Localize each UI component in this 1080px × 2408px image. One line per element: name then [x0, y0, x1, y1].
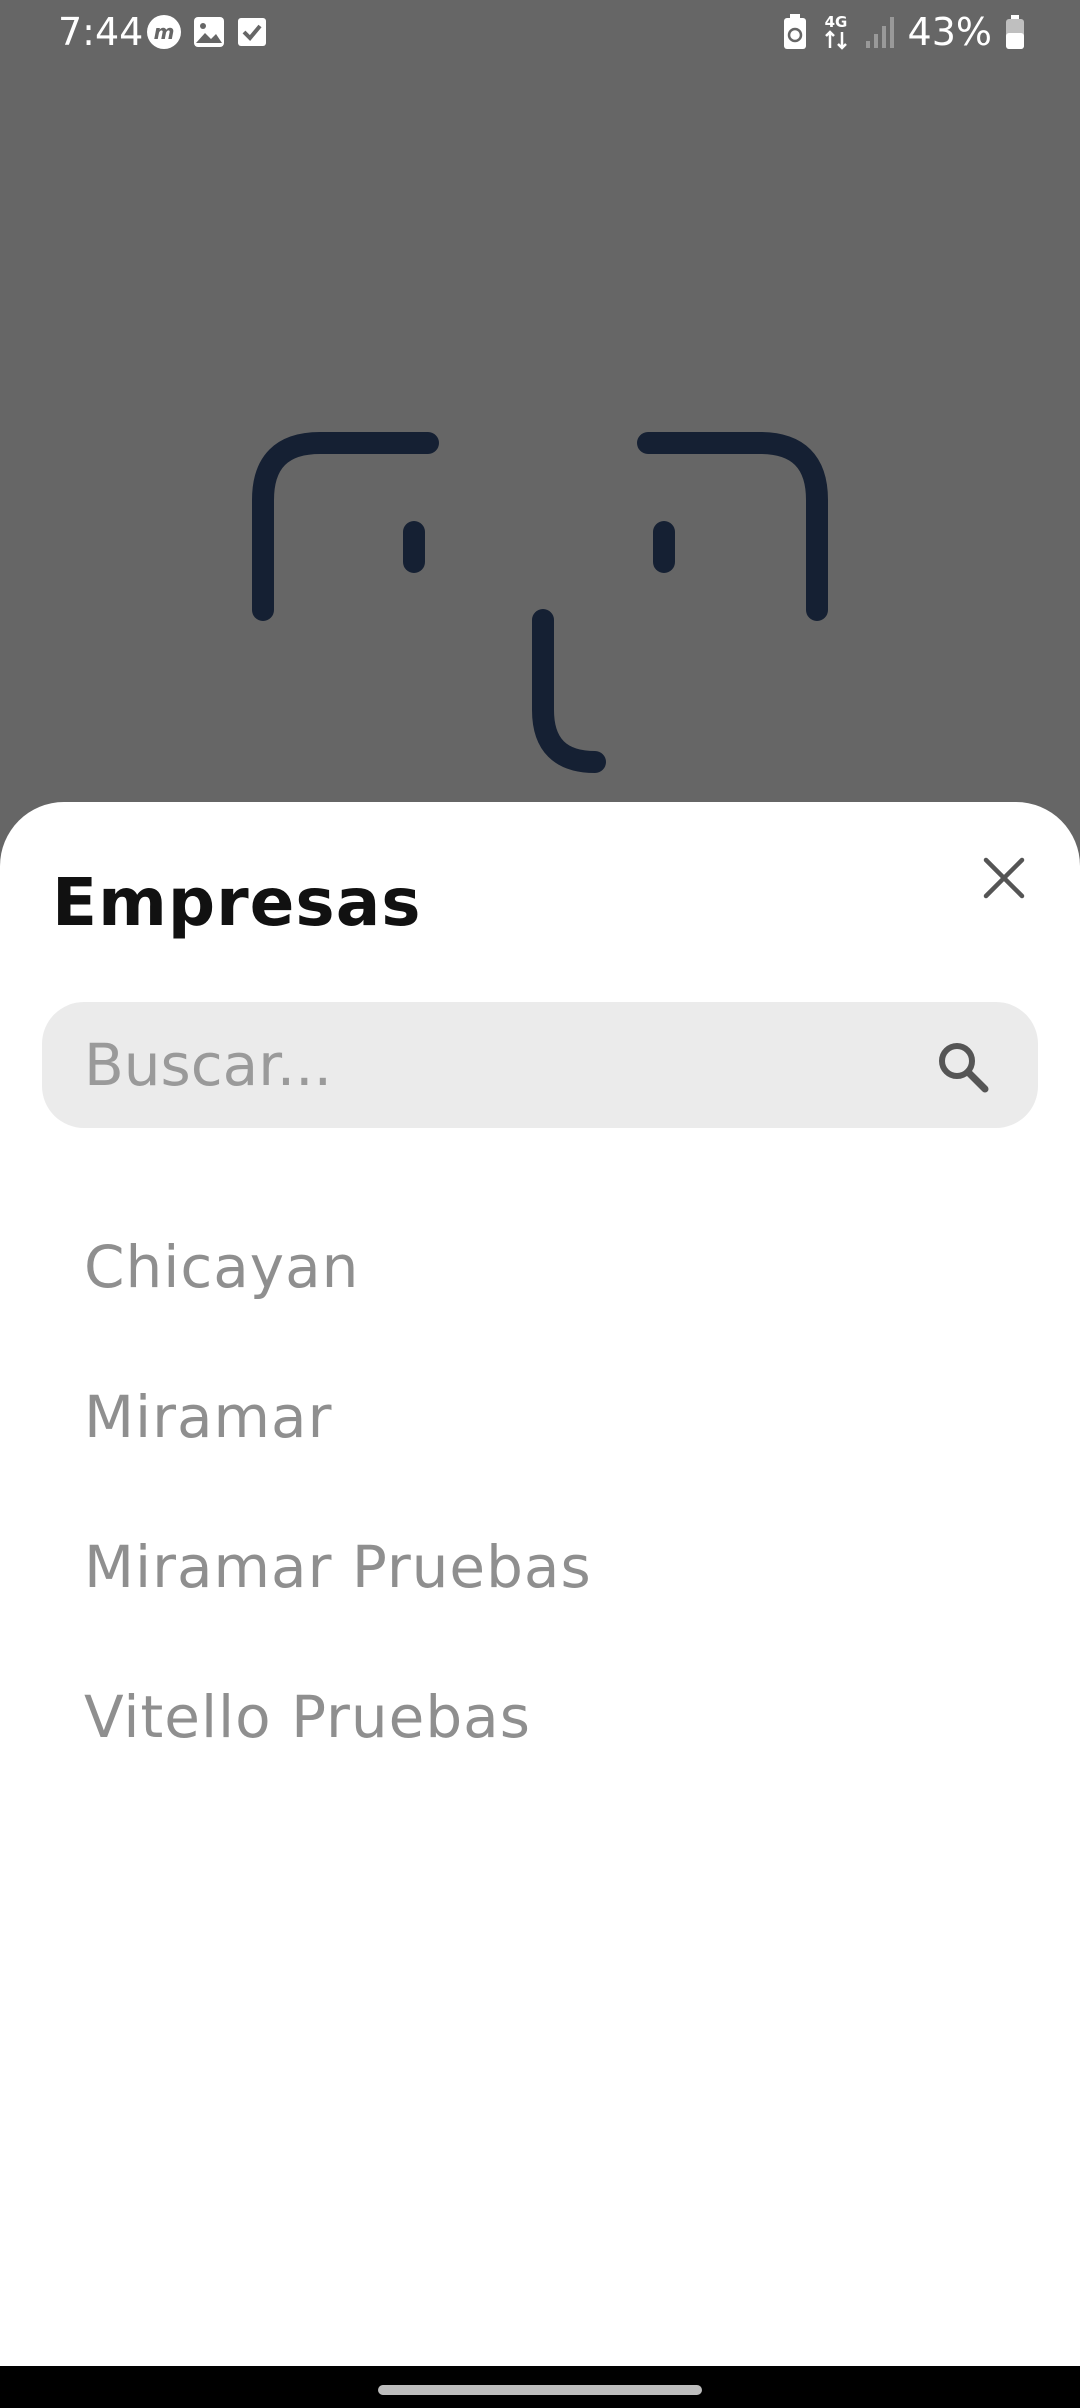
svg-text:4G: 4G [824, 13, 847, 31]
company-item-chicayan[interactable]: Chicayan [0, 1192, 1080, 1342]
status-bar: 7:44 m 4G 43% [0, 0, 1080, 64]
search-icon[interactable] [936, 1040, 990, 1094]
notification-icons: m [146, 14, 268, 50]
battery-percent: 43% [907, 10, 992, 54]
battery-icon [1004, 14, 1026, 50]
battery-saver-icon [782, 13, 808, 51]
svg-text:m: m [154, 20, 175, 44]
sheet-title: Empresas [52, 864, 422, 941]
company-item-vitello-pruebas[interactable]: Vitello Pruebas [0, 1642, 1080, 1792]
navigation-bar [0, 2366, 1080, 2408]
image-icon [192, 15, 226, 49]
face-logo-icon [240, 420, 840, 800]
company-item-miramar[interactable]: Miramar [0, 1342, 1080, 1492]
checkbox-icon [236, 16, 268, 48]
company-item-miramar-pruebas[interactable]: Miramar Pruebas [0, 1492, 1080, 1642]
status-time: 7:44 [58, 10, 144, 54]
home-gesture-handle[interactable] [378, 2385, 702, 2395]
search-input[interactable] [84, 1002, 904, 1128]
companies-sheet: Empresas Chicayan Miramar Miramar Prueba… [0, 802, 1080, 2366]
m-app-icon: m [146, 14, 182, 50]
close-icon [982, 856, 1026, 900]
network-4g-icon: 4G [820, 12, 852, 52]
system-icons: 4G 43% [782, 10, 1026, 54]
search-box[interactable] [42, 1002, 1038, 1128]
company-list: Chicayan Miramar Miramar Pruebas Vitello… [0, 1192, 1080, 1792]
signal-icon [864, 15, 896, 49]
close-button[interactable] [968, 842, 1040, 914]
app-screen: 7:44 m 4G 43% Empresas Buscar... Chicaya… [0, 0, 1080, 2408]
